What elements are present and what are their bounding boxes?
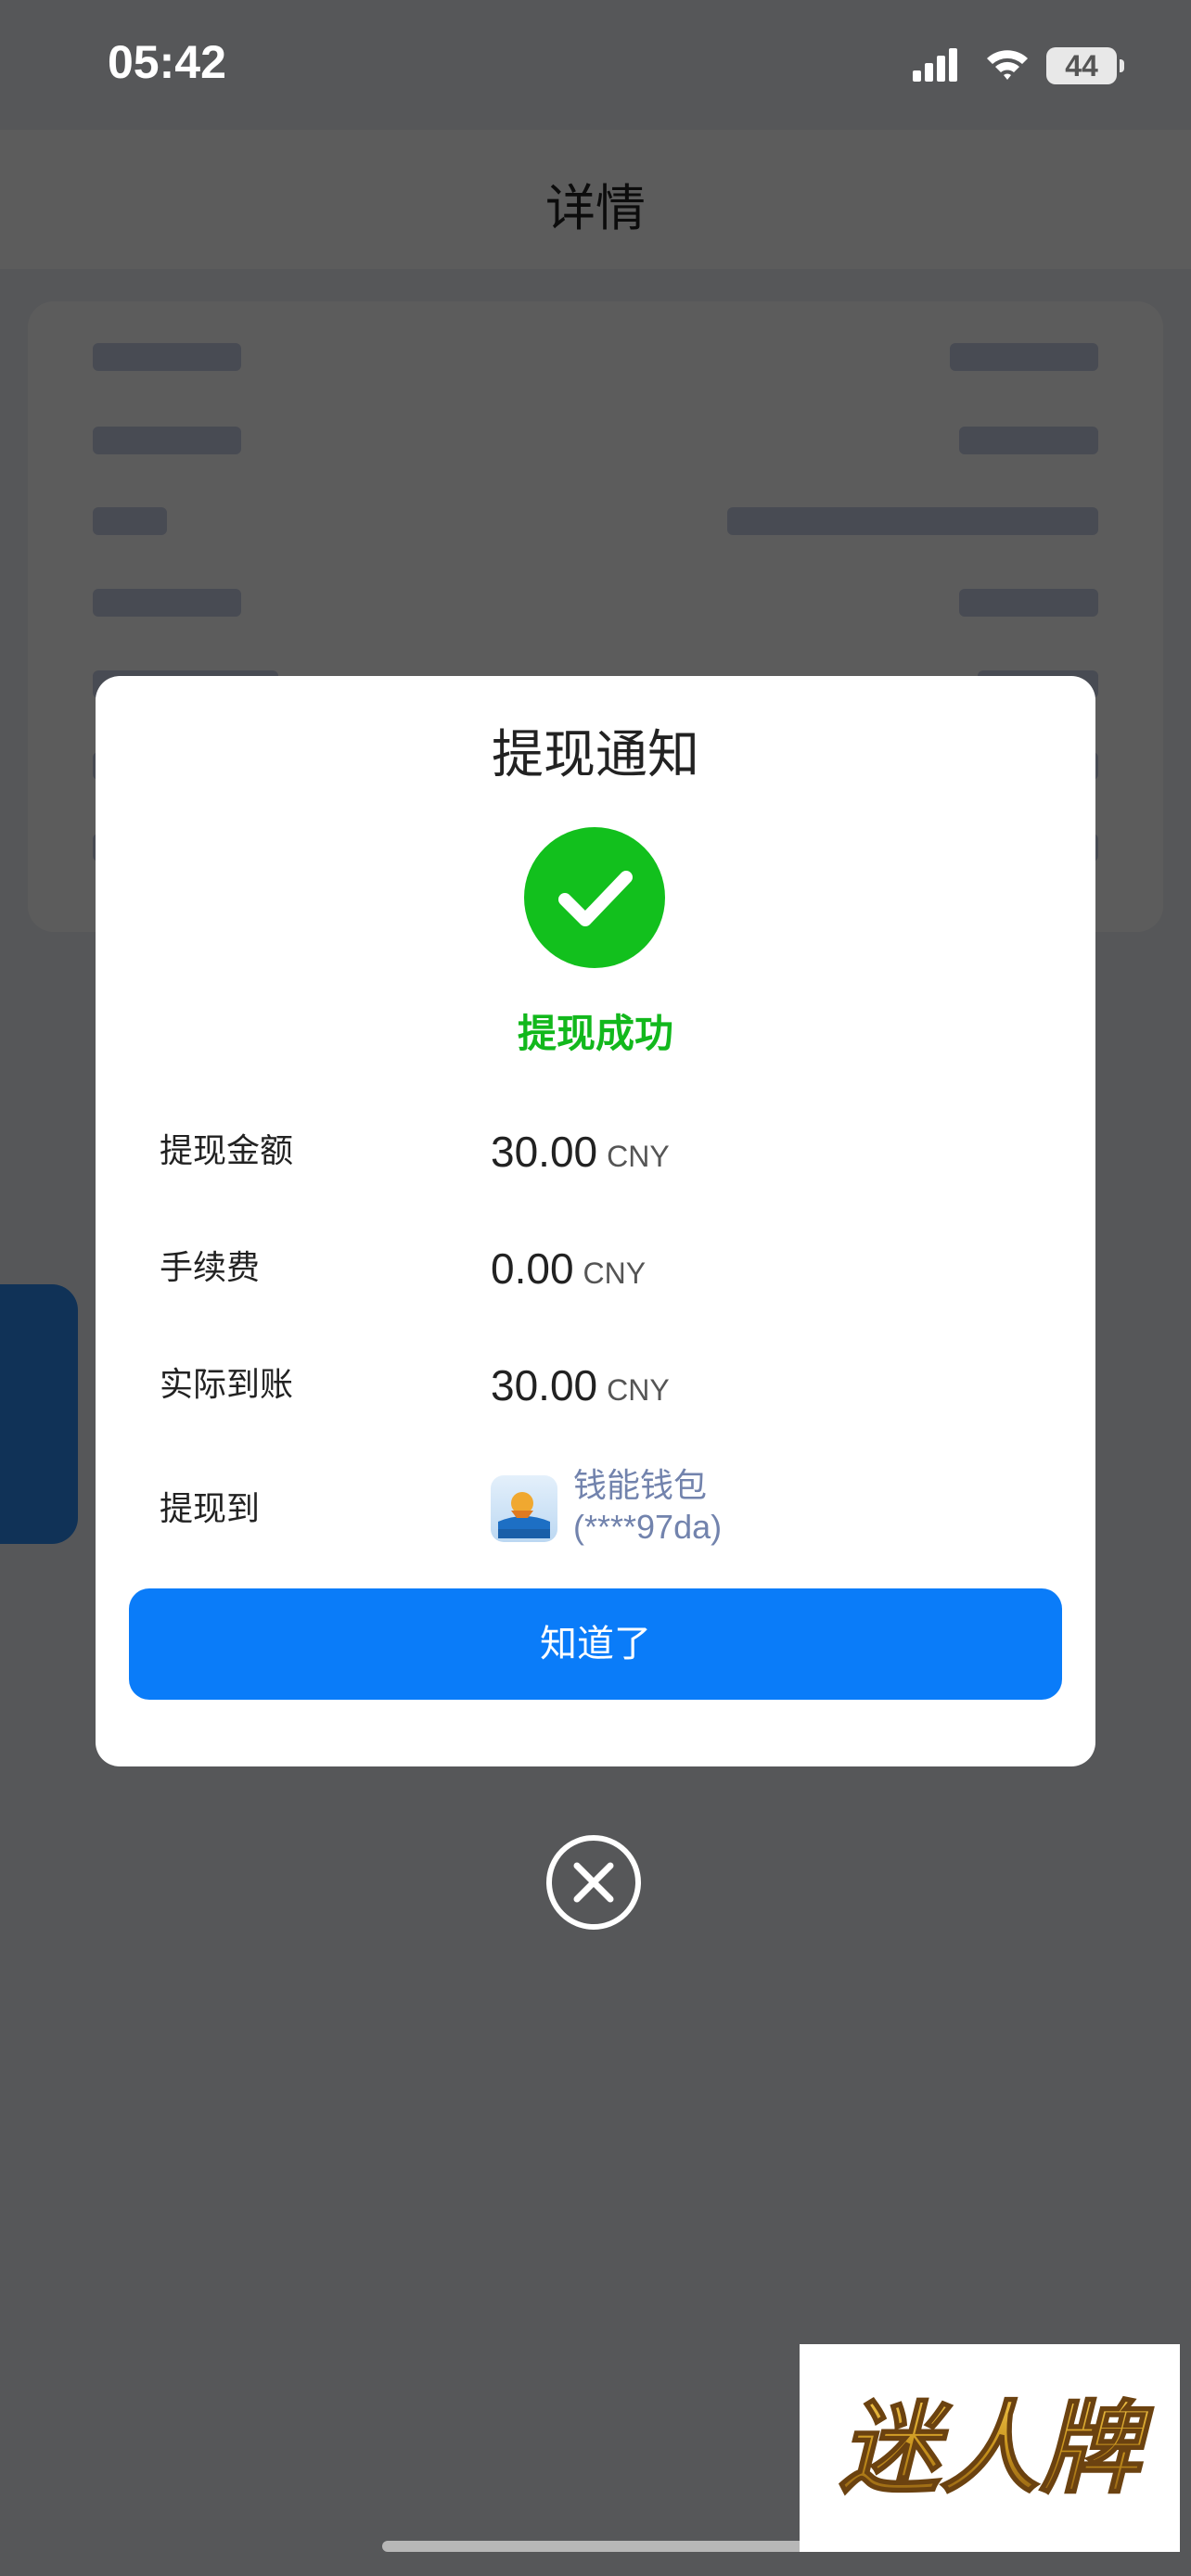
withdrawal-status: 提现成功 — [517, 1011, 673, 1056]
wallet-account: (****97da) — [573, 1508, 723, 1546]
destination-label: 提现到 — [160, 1490, 261, 1528]
check-circle-icon — [524, 827, 665, 968]
amount-row: 提现金额 30.00 CNY — [160, 1115, 1050, 1189]
fee-label: 手续费 — [160, 1249, 261, 1287]
got-it-button[interactable]: 知道了 — [129, 1588, 1062, 1700]
wallet-name: 钱能钱包 — [573, 1467, 708, 1505]
wallet-logo-icon — [491, 1475, 557, 1542]
destination-row: 提现到 钱能钱包 (****97da) — [160, 1447, 1050, 1546]
received-label: 实际到账 — [160, 1366, 294, 1404]
home-indicator[interactable] — [382, 2541, 809, 2552]
withdrawal-notice-modal: 提现通知 提现成功 提现金额 30.00 CNY 手续费 0.00 CNY 实际到账… — [96, 676, 1095, 1766]
cellular-signal-icon — [913, 46, 968, 85]
wifi-icon — [985, 46, 1030, 85]
svg-text:迷人牌: 迷人牌 — [839, 2391, 1154, 2507]
battery-icon: 44 — [1046, 47, 1124, 84]
received-value: 30.00 CNY — [491, 1361, 670, 1409]
modal-title: 提现通知 — [492, 725, 699, 785]
status-time: 05:42 — [108, 36, 226, 88]
status-icons: 44 — [913, 43, 1124, 89]
received-row: 实际到账 30.00 CNY — [160, 1348, 1050, 1422]
watermark-logo: 迷人牌 — [800, 2344, 1180, 2552]
amount-value: 30.00 CNY — [491, 1128, 670, 1176]
close-circle-icon[interactable] — [545, 1834, 642, 1931]
amount-label: 提现金额 — [160, 1132, 294, 1170]
fee-value: 0.00 CNY — [491, 1244, 647, 1293]
fee-row: 手续费 0.00 CNY — [160, 1231, 1050, 1306]
